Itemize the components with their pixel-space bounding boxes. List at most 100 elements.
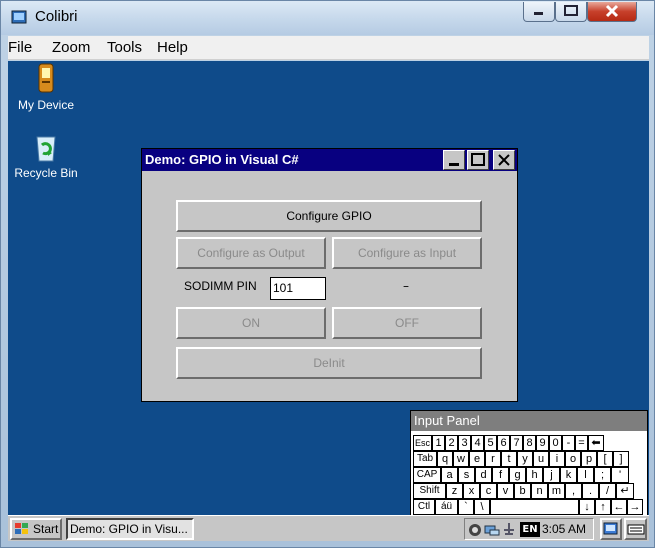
key[interactable]: u — [533, 451, 549, 467]
key[interactable]: 6 — [497, 435, 510, 451]
key[interactable]: \ — [474, 499, 490, 515]
key[interactable]: 4 — [471, 435, 484, 451]
on-button[interactable]: ON — [176, 307, 326, 339]
key[interactable]: ' — [611, 467, 629, 483]
desktop-icon-recycle-bin[interactable]: Recycle Bin — [10, 131, 82, 180]
key[interactable]: h — [526, 467, 543, 483]
off-button[interactable]: OFF — [332, 307, 482, 339]
minimize-button[interactable] — [523, 2, 555, 22]
key[interactable]: 3 — [458, 435, 471, 451]
key[interactable]: p — [581, 451, 597, 467]
key[interactable]: m — [548, 483, 565, 499]
maximize-icon — [471, 153, 485, 166]
close-button[interactable] — [587, 2, 637, 22]
key[interactable]: b — [514, 483, 531, 499]
language-indicator[interactable]: EN — [520, 522, 540, 537]
key[interactable]: o — [565, 451, 581, 467]
keyboard-toggle-button[interactable] — [624, 518, 647, 540]
key[interactable]: - — [562, 435, 575, 451]
system-tray: EN 3:05 AM — [464, 518, 594, 540]
key[interactable]: e — [469, 451, 485, 467]
key[interactable]: n — [531, 483, 548, 499]
usb-icon[interactable] — [501, 522, 517, 537]
key[interactable]: Tab — [413, 451, 437, 467]
taskbar-item-gpio-demo[interactable]: Demo: GPIO in Visu... — [66, 518, 194, 540]
key[interactable]: 1 — [432, 435, 445, 451]
caps-key[interactable]: CAP — [413, 467, 441, 483]
key[interactable]: f — [492, 467, 509, 483]
space-key[interactable] — [490, 499, 579, 515]
backspace-key[interactable]: ⬅ — [588, 435, 604, 451]
shift-key[interactable]: Shift — [413, 483, 446, 499]
key[interactable]: j — [543, 467, 560, 483]
maximize-button[interactable] — [555, 2, 587, 22]
key[interactable]: s — [458, 467, 475, 483]
key[interactable]: 9 — [536, 435, 549, 451]
clock[interactable]: 3:05 AM — [542, 522, 586, 536]
key[interactable]: 2 — [445, 435, 458, 451]
key[interactable]: z — [446, 483, 463, 499]
menu-zoom[interactable]: Zoom — [52, 39, 90, 56]
key[interactable]: r — [485, 451, 501, 467]
key[interactable]: 0 — [549, 435, 562, 451]
key[interactable]: g — [509, 467, 526, 483]
menu-file[interactable]: File — [8, 39, 32, 56]
minimize-icon — [534, 12, 543, 15]
key[interactable]: q — [437, 451, 453, 467]
arrow-right-key[interactable]: → — [627, 499, 643, 515]
gpio-status-text: – — [403, 279, 409, 293]
key[interactable]: / — [599, 483, 616, 499]
key[interactable]: a — [441, 467, 458, 483]
dialog-minimize-button[interactable] — [443, 150, 465, 170]
deinit-button[interactable]: DeInit — [176, 347, 482, 379]
key[interactable]: ; — [594, 467, 611, 483]
gpio-dialog: Demo: GPIO in Visual C# Configure GPIO C… — [141, 148, 518, 402]
key[interactable]: 5 — [484, 435, 497, 451]
key[interactable]: ` — [458, 499, 474, 515]
key[interactable]: i — [549, 451, 565, 467]
key[interactable]: c — [480, 483, 497, 499]
key[interactable]: 7 — [510, 435, 523, 451]
dialog-close-button[interactable] — [493, 150, 515, 170]
key[interactable]: d — [475, 467, 492, 483]
configure-gpio-button[interactable]: Configure GPIO — [176, 200, 482, 232]
desktop-switch-button[interactable] — [600, 518, 622, 540]
sodimm-pin-input[interactable]: 101 — [270, 277, 326, 300]
key[interactable]: 8 — [523, 435, 536, 451]
key[interactable]: , — [565, 483, 582, 499]
key[interactable]: t — [501, 451, 517, 467]
arrow-down-key[interactable]: ↓ — [579, 499, 595, 515]
keyboard-row-5: Ctl áü ` \ ↓ ↑ ← → — [413, 499, 643, 515]
menu-tools[interactable]: Tools — [107, 39, 142, 56]
close-icon — [605, 4, 619, 18]
key[interactable]: = — [575, 435, 588, 451]
key[interactable]: v — [497, 483, 514, 499]
menu-help[interactable]: Help — [157, 39, 188, 56]
arrow-up-key[interactable]: ↑ — [595, 499, 611, 515]
connection-icon[interactable] — [484, 522, 500, 537]
key[interactable]: k — [560, 467, 577, 483]
start-button[interactable]: Start — [10, 518, 62, 540]
desktop-icon-my-device[interactable]: My Device — [12, 63, 80, 112]
configure-input-button[interactable]: Configure as Input — [332, 237, 482, 269]
key[interactable]: l — [577, 467, 594, 483]
emulator-titlebar[interactable]: Colibri — [1, 1, 654, 35]
desktop-icon-label: My Device — [17, 98, 74, 112]
key[interactable]: áü — [435, 499, 458, 515]
dialog-maximize-button[interactable] — [467, 150, 489, 170]
key[interactable]: . — [582, 483, 599, 499]
key[interactable]: [ — [597, 451, 613, 467]
key[interactable]: ] — [613, 451, 629, 467]
device-icon — [38, 63, 54, 93]
network-icon[interactable] — [467, 522, 483, 537]
input-panel-title[interactable]: Input Panel — [411, 411, 647, 431]
key[interactable]: y — [517, 451, 533, 467]
ctrl-key[interactable]: Ctl — [413, 499, 435, 515]
key[interactable]: w — [453, 451, 469, 467]
configure-output-button[interactable]: Configure as Output — [176, 237, 326, 269]
enter-key[interactable]: ↵ — [616, 483, 634, 499]
key[interactable]: x — [463, 483, 480, 499]
dialog-titlebar[interactable]: Demo: GPIO in Visual C# — [142, 149, 517, 171]
arrow-left-key[interactable]: ← — [611, 499, 627, 515]
key[interactable]: Esc — [413, 435, 432, 451]
